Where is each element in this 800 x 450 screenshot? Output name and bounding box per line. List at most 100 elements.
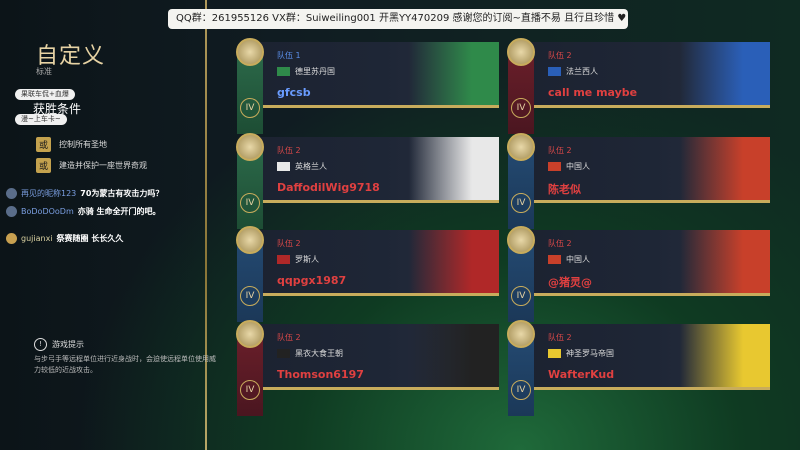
age-badge: IV (240, 380, 260, 400)
civ-name: 英格兰人 (295, 162, 327, 171)
chat-line: BoDoDOoDm 亦骑 生命全开门的吧。 (6, 206, 161, 217)
civ-flag-art (409, 42, 499, 105)
or-badge: 或 (36, 136, 51, 152)
chat-line: 再见的昵称123 70为蒙古有攻击力吗？ (6, 188, 163, 199)
civ-flag-icon (277, 67, 290, 76)
condition-text: 建造并保护一座世界奇观 (59, 160, 147, 170)
player-name: call me maybe (548, 86, 638, 99)
condition-text: 控制所有圣地 (59, 139, 107, 149)
player-rank-emblem-icon (236, 133, 264, 161)
lobby-sidebar: 自定义 标准 果联车侃+血爆 获胜条件 漫~上车卡~ 或 控制所有圣地 或 建造… (0, 0, 216, 450)
civ-flag-art (680, 137, 770, 200)
info-icon: ! (34, 338, 47, 351)
civ-flag-art (680, 230, 770, 293)
civ-flag-icon (277, 162, 290, 171)
team-label: 队伍 2 (277, 146, 301, 155)
civ-flag-icon (277, 255, 290, 264)
avatar (6, 206, 17, 217)
civ-selector[interactable]: 黑衣大食王朝 (277, 348, 343, 359)
chat-bubble: 漫~上车卡~ (15, 114, 67, 125)
civ-name: 罗斯人 (295, 255, 319, 264)
player-name: WafterKud (548, 368, 615, 381)
age-badge: IV (511, 380, 531, 400)
team-label: 队伍 1 (277, 51, 301, 60)
stream-banner: QQ群：261955126 VX群：Suiweiling001 开黑YY4702… (168, 9, 628, 29)
avatar (6, 188, 17, 199)
civ-flag-art (680, 42, 770, 105)
player-name: 陈老似 (548, 183, 581, 196)
player-name: gfcsb (277, 86, 311, 99)
civ-flag-icon (548, 349, 561, 358)
player-slot-card[interactable]: 队伍 2 中国人 陈老似 (512, 137, 770, 203)
civ-name: 法兰西人 (566, 67, 598, 76)
player-rank-emblem-icon (236, 320, 264, 348)
player-slot-card[interactable]: 队伍 2 法兰西人 call me maybe (512, 42, 770, 108)
civ-name: 中国人 (566, 255, 590, 264)
civ-selector[interactable]: 神圣罗马帝国 (548, 348, 614, 359)
player-rank-emblem-icon (507, 226, 535, 254)
player-slot-card[interactable]: 队伍 2 罗斯人 qqpgx1987 (241, 230, 499, 296)
civ-selector[interactable]: 中国人 (548, 254, 590, 265)
player-name: qqpgx1987 (277, 274, 347, 287)
game-tip-header: ! 游戏提示 (34, 338, 84, 351)
player-slot-card[interactable]: 队伍 2 黑衣大食王朝 Thomson6197 (241, 324, 499, 390)
mode-subtitle: 标准 (36, 67, 52, 76)
player-name: @猪灵@ (548, 276, 592, 289)
player-rank-emblem-icon (507, 38, 535, 66)
age-badge: IV (240, 286, 260, 306)
player-name: Thomson6197 (277, 368, 364, 381)
chat-username: 再见的昵称123 (21, 189, 77, 198)
civ-selector[interactable]: 罗斯人 (277, 254, 319, 265)
team-label: 队伍 2 (548, 333, 572, 342)
civ-selector[interactable]: 英格兰人 (277, 161, 327, 172)
age-badge: IV (240, 193, 260, 213)
team-label: 队伍 2 (548, 51, 572, 60)
civ-flag-icon (548, 162, 561, 171)
chat-line: gujianxi 祭赛随圈 长长久久 (6, 233, 123, 244)
player-rank-emblem-icon (507, 133, 535, 161)
civ-flag-art (409, 137, 499, 200)
player-slot-card[interactable]: 队伍 1 德里苏丹国 gfcsb (241, 42, 499, 108)
team-label: 队伍 2 (548, 239, 572, 248)
age-badge: IV (240, 98, 260, 118)
gold-divider (205, 0, 207, 450)
civ-flag-icon (548, 255, 561, 264)
victory-condition: 或 控制所有圣地 (36, 136, 107, 152)
civ-flag-art (409, 230, 499, 293)
or-badge: 或 (36, 157, 51, 173)
player-rank-emblem-icon (236, 226, 264, 254)
civ-flag-art (680, 324, 770, 387)
age-badge: IV (511, 193, 531, 213)
civ-name: 神圣罗马帝国 (566, 349, 614, 358)
player-rank-emblem-icon (507, 320, 535, 348)
team-label: 队伍 2 (277, 239, 301, 248)
civ-flag-icon (277, 349, 290, 358)
chat-username: BoDoDOoDm (21, 207, 74, 216)
chat-message: 70为蒙古有攻击力吗？ (80, 189, 164, 198)
player-slot-card[interactable]: 队伍 2 中国人 @猪灵@ (512, 230, 770, 296)
tip-body: 与步弓手等远程单位进行近身战时，会迫使远程单位使用威力较低的近战攻击。 (34, 355, 216, 374)
player-slot-card[interactable]: 队伍 2 英格兰人 DaffodilWig9718 (241, 137, 499, 203)
civ-selector[interactable]: 中国人 (548, 161, 590, 172)
age-badge: IV (511, 98, 531, 118)
player-rank-emblem-icon (236, 38, 264, 66)
team-label: 队伍 2 (548, 146, 572, 155)
age-badge: IV (511, 286, 531, 306)
civ-selector[interactable]: 德里苏丹国 (277, 66, 335, 77)
civ-name: 德里苏丹国 (295, 67, 335, 76)
civ-name: 中国人 (566, 162, 590, 171)
chat-bubble: 果联车侃+血爆 (15, 89, 75, 100)
team-label: 队伍 2 (277, 333, 301, 342)
player-name: DaffodilWig9718 (277, 181, 380, 194)
civ-flag-icon (548, 67, 561, 76)
victory-condition: 或 建造并保护一座世界奇观 (36, 157, 147, 173)
civ-selector[interactable]: 法兰西人 (548, 66, 598, 77)
chat-message: 亦骑 生命全开门的吧。 (77, 207, 161, 216)
civ-name: 黑衣大食王朝 (295, 349, 343, 358)
player-slot-card[interactable]: 队伍 2 神圣罗马帝国 WafterKud (512, 324, 770, 390)
chat-message: 祭赛随圈 长长久久 (56, 234, 124, 243)
tip-title: 游戏提示 (52, 340, 84, 349)
chat-username: gujianxi (21, 234, 53, 243)
avatar (6, 233, 17, 244)
civ-flag-art (409, 324, 499, 387)
